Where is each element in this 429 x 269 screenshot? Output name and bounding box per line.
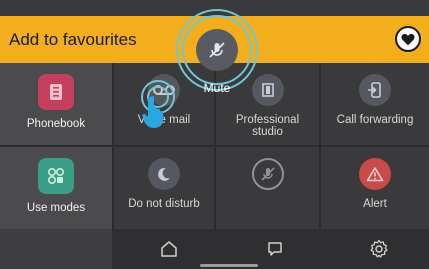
phonebook-icon — [38, 74, 74, 110]
header-title: Add to favourites — [9, 30, 137, 49]
tile-phonebook-label: Phonebook — [26, 118, 86, 130]
tile-call-forwarding-label: Call forwarding — [336, 114, 414, 126]
tile-professional-studio-label: Professional studio — [235, 114, 300, 138]
grid-divider — [0, 145, 429, 147]
settings-button[interactable] — [367, 237, 391, 261]
tile-do-not-disturb[interactable]: Do not disturb — [114, 147, 214, 229]
nav-left-pad — [0, 229, 112, 269]
alert-icon — [359, 158, 391, 190]
use-modes-icon — [38, 158, 74, 194]
messages-button[interactable] — [263, 237, 287, 261]
door-icon — [251, 74, 284, 106]
home-icon — [161, 241, 177, 257]
tile-alert-label: Alert — [363, 198, 387, 210]
tile-do-not-disturb-label: Do not disturb — [128, 198, 200, 210]
mute-icon — [209, 42, 225, 58]
tile-alert[interactable]: Alert — [321, 147, 429, 229]
gear-icon — [370, 239, 388, 258]
bottom-navigation — [0, 229, 429, 269]
mute-drag-button[interactable] — [196, 29, 238, 71]
home-button[interactable] — [157, 237, 181, 261]
tile-call-forwarding[interactable]: Call forwarding — [321, 63, 429, 145]
mute-drag-label: Mute — [203, 81, 231, 95]
screen: Add to favourites Phonebook Voice mail P… — [0, 0, 429, 269]
heart-icon — [401, 33, 415, 45]
mic-off-icon — [251, 158, 284, 190]
chat-icon — [268, 242, 282, 256]
tile-use-modes-label: Use modes — [26, 202, 86, 214]
tile-phonebook[interactable]: Phonebook — [0, 63, 112, 145]
moon-icon — [148, 158, 180, 190]
tile-mute[interactable] — [216, 147, 319, 229]
home-indicator — [200, 264, 258, 267]
pointing-hand-icon — [142, 95, 163, 128]
favourite-button[interactable] — [395, 26, 421, 52]
call-forward-icon — [359, 74, 391, 106]
tile-use-modes[interactable]: Use modes — [0, 147, 112, 229]
